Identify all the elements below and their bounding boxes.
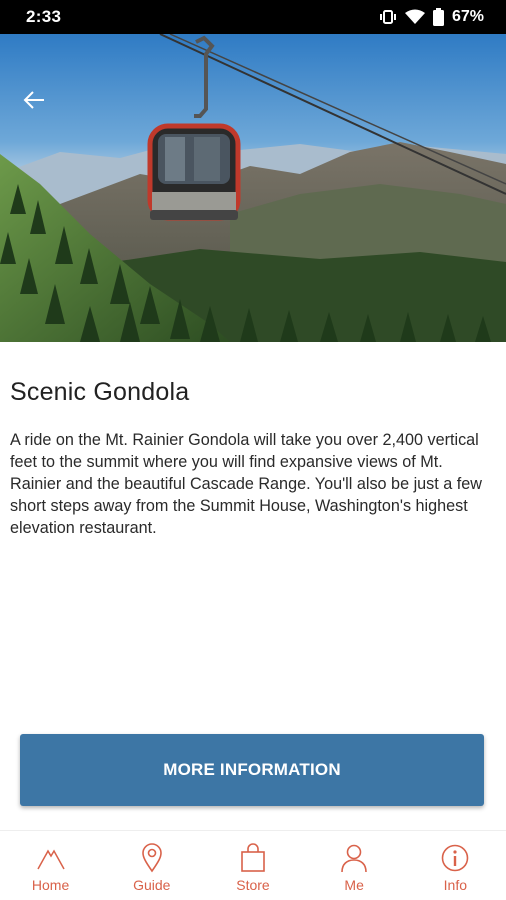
nav-label-guide: Guide bbox=[133, 877, 171, 893]
detail-content: Scenic Gondola A ride on the Mt. Rainier… bbox=[0, 342, 506, 539]
nav-label-home: Home bbox=[31, 877, 70, 893]
nav-item-guide[interactable]: Guide bbox=[102, 831, 202, 893]
mountain-icon bbox=[36, 843, 66, 873]
arrow-left-icon bbox=[23, 91, 44, 109]
nav-item-info[interactable]: Info bbox=[405, 831, 505, 893]
shopping-bag-icon bbox=[238, 843, 268, 873]
nav-item-home[interactable]: Home bbox=[1, 831, 101, 893]
info-icon bbox=[440, 843, 470, 873]
gondola-scene-image bbox=[0, 34, 506, 342]
map-pin-icon bbox=[137, 843, 167, 873]
back-button[interactable] bbox=[16, 82, 52, 118]
page-title: Scenic Gondola bbox=[10, 378, 190, 406]
nav-label-me: Me bbox=[344, 877, 364, 893]
nav-item-me[interactable]: Me bbox=[304, 831, 404, 893]
nav-label-info: Info bbox=[443, 877, 468, 893]
nav-item-store[interactable]: Store bbox=[203, 831, 303, 893]
bottom-nav: Home Guide Store Me Info bbox=[0, 830, 506, 900]
wifi-icon bbox=[404, 9, 425, 25]
hero-image bbox=[0, 34, 506, 342]
more-information-button[interactable]: MORE INFORMATION bbox=[20, 734, 484, 806]
person-icon bbox=[339, 843, 369, 873]
nav-label-store: Store bbox=[236, 877, 270, 893]
battery-percent: 67% bbox=[451, 8, 484, 25]
vibrate-icon bbox=[379, 9, 397, 25]
status-time: 2:33 bbox=[26, 7, 62, 26]
description-text: A ride on the Mt. Rainier Gondola will t… bbox=[10, 431, 482, 537]
status-icons: 67% bbox=[379, 8, 484, 26]
battery-icon bbox=[432, 8, 444, 26]
status-bar: 2:33 67% bbox=[0, 0, 506, 34]
